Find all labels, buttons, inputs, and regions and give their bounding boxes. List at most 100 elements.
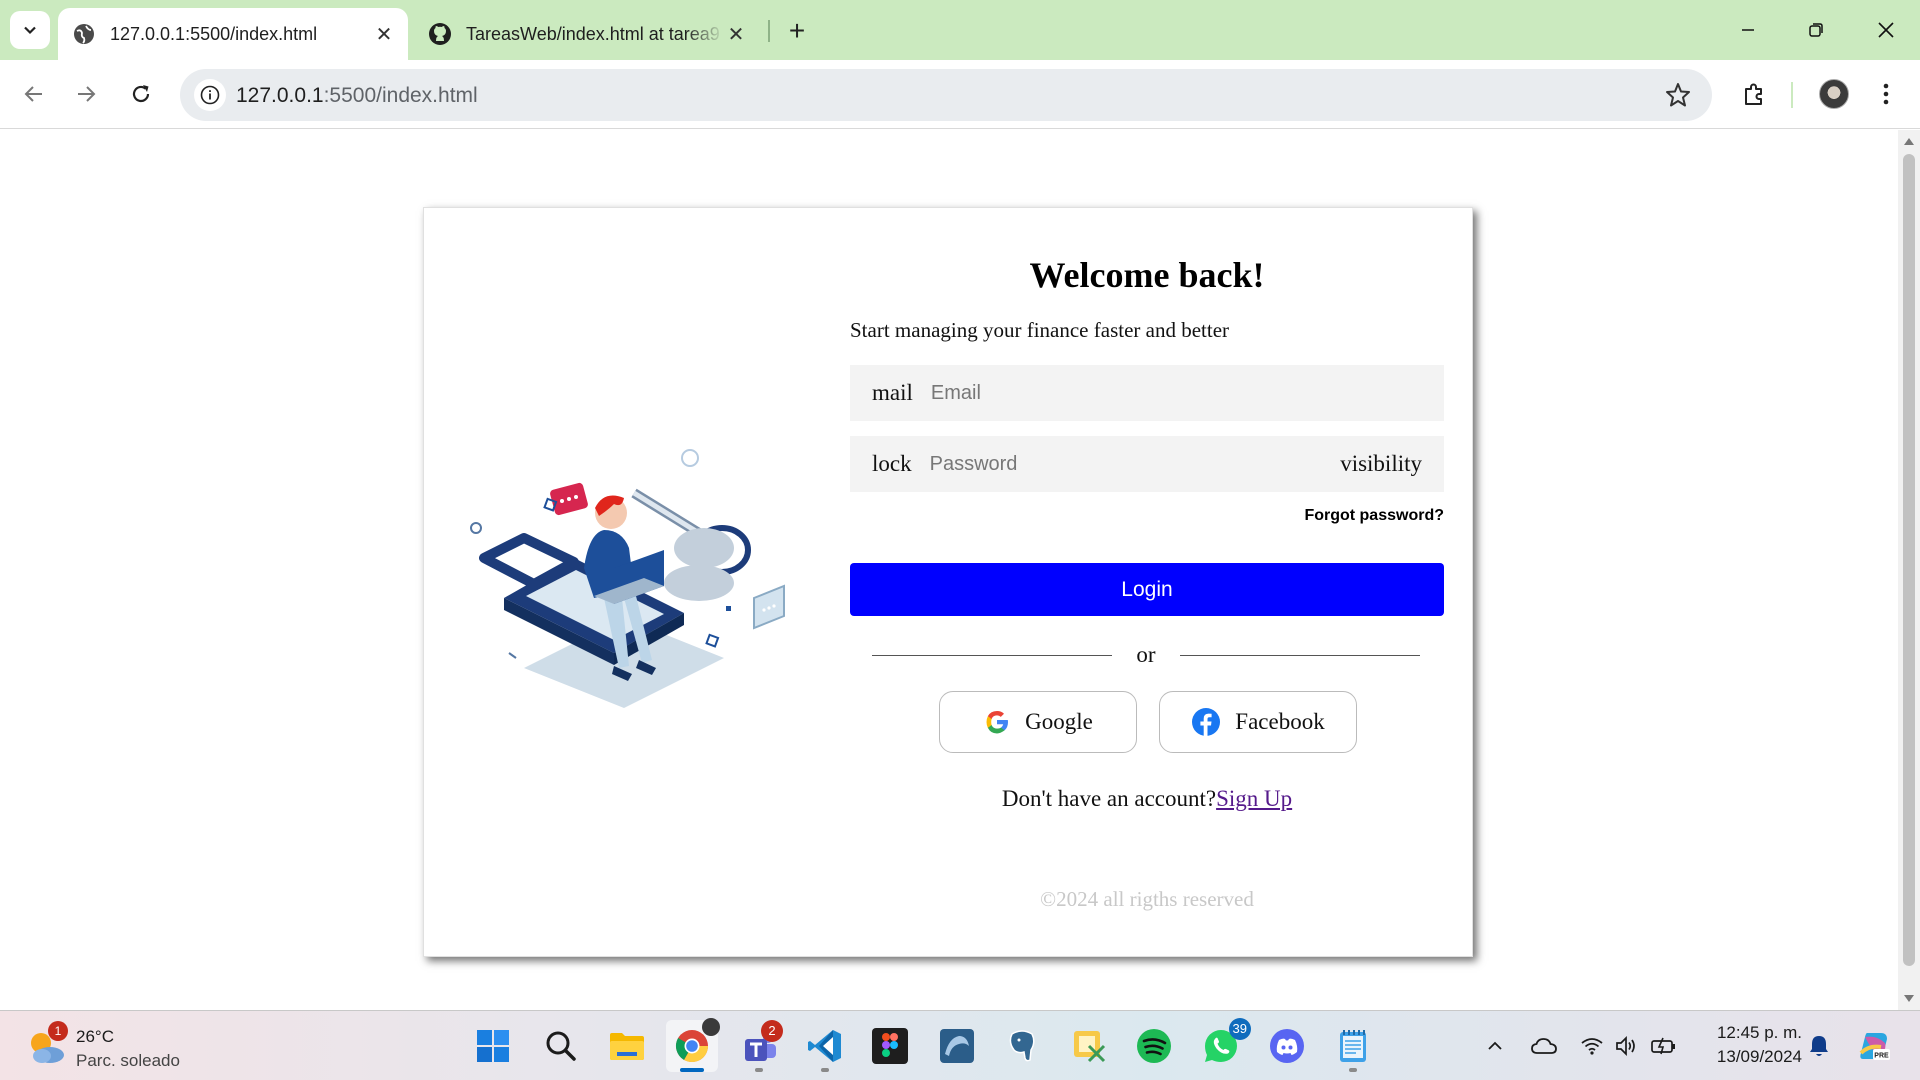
whatsapp-badge: 39	[1228, 1018, 1251, 1040]
no-account-text: Don't have an account?	[1001, 786, 1217, 811]
url-path: :5500/index.html	[323, 84, 478, 107]
vscode-icon	[808, 1030, 841, 1062]
forgot-password-link[interactable]: Forgot password?	[1304, 507, 1444, 525]
svg-text:PRE: PRE	[1874, 1053, 1889, 1060]
taskbar-teams[interactable]: 2	[733, 1020, 785, 1072]
spotify-icon	[1137, 1029, 1171, 1063]
taskbar-chrome[interactable]	[666, 1018, 720, 1072]
menu-button[interactable]	[1866, 74, 1906, 114]
arrow-right-icon	[78, 86, 96, 102]
copilot-icon: PRE	[1859, 1033, 1890, 1060]
taskbar-whatsapp[interactable]: 39	[1195, 1018, 1251, 1072]
clock-time: 12:45 p. m.	[1716, 1023, 1802, 1042]
active-app-indicator	[680, 1068, 704, 1072]
email-field[interactable]: mail	[850, 365, 1444, 421]
tab-separator	[768, 20, 770, 42]
email-input[interactable]	[930, 381, 1422, 405]
battery-tray[interactable]	[1651, 1033, 1677, 1059]
chevron-up-icon	[1488, 1041, 1502, 1050]
taskbar-snipping-tool[interactable]	[1063, 1020, 1115, 1072]
system-clock[interactable]: 12:45 p. m. 13/09/2024	[1692, 1021, 1802, 1069]
minimize-button[interactable]	[1714, 0, 1782, 60]
close-icon[interactable]: ✕	[724, 22, 748, 46]
login-button[interactable]: Login	[850, 563, 1444, 616]
copilot-button[interactable]: PRE	[1857, 1029, 1891, 1063]
login-card: Welcome back! Start managing your financ…	[423, 207, 1473, 957]
signup-prompt: Don't have an account?Sign Up	[850, 786, 1444, 812]
globe-icon	[72, 22, 96, 46]
facebook-label: Facebook	[1235, 709, 1325, 734]
taskbar-search-button[interactable]	[535, 1020, 587, 1072]
back-button[interactable]	[14, 74, 54, 114]
weather-widget[interactable]: 1 26°C Parc. soleado	[22, 1017, 222, 1075]
onedrive-tray[interactable]	[1531, 1033, 1557, 1059]
password-field[interactable]: lock visibility	[850, 436, 1444, 492]
tab-title: TareasWeb/index.html at tarea9	[466, 23, 720, 44]
taskbar-figma[interactable]	[864, 1020, 916, 1072]
subtitle: Start managing your finance faster and b…	[850, 318, 1230, 342]
mysql-workbench-icon	[940, 1029, 974, 1063]
bookmark-star-icon[interactable]	[1664, 81, 1692, 109]
close-icon[interactable]: ✕	[372, 22, 396, 46]
taskbar-mysql-workbench[interactable]	[931, 1020, 983, 1072]
network-tray[interactable]	[1579, 1033, 1605, 1059]
lock-icon: lock	[872, 451, 912, 476]
sign-up-link[interactable]: Sign Up	[1216, 786, 1292, 811]
search-icon	[546, 1031, 576, 1061]
notepad-icon	[1340, 1030, 1366, 1062]
arrow-left-icon	[24, 86, 42, 102]
close-window-button[interactable]	[1852, 0, 1920, 60]
divider-line	[1180, 655, 1420, 656]
cloud-icon	[1531, 1038, 1557, 1054]
taskbar-postgresql[interactable]	[996, 1020, 1048, 1072]
taskbar-vscode[interactable]	[799, 1020, 851, 1072]
web-page: Welcome back! Start managing your financ…	[0, 130, 1898, 1010]
address-bar[interactable]: 127.0.0.1:5500/index.html	[180, 69, 1712, 121]
scroll-up-icon[interactable]	[1904, 138, 1914, 145]
restore-button[interactable]	[1782, 0, 1850, 60]
extensions-button[interactable]	[1734, 74, 1774, 114]
volume-tray[interactable]	[1614, 1033, 1640, 1059]
discord-icon	[1270, 1029, 1304, 1063]
speaker-icon	[1616, 1035, 1635, 1057]
scrollbar-thumb[interactable]	[1903, 154, 1915, 966]
site-info-button[interactable]	[194, 79, 226, 111]
windows-start-button[interactable]	[467, 1020, 519, 1072]
tab-github[interactable]: TareasWeb/index.html at tarea9 ✕	[420, 8, 760, 60]
or-divider: or	[872, 640, 1420, 670]
browser-toolbar: 127.0.0.1:5500/index.html	[0, 60, 1920, 129]
more-vertical-icon	[1883, 83, 1889, 105]
notifications-button[interactable]	[1806, 1033, 1832, 1059]
forward-button[interactable]	[66, 74, 106, 114]
tab-search-button[interactable]	[10, 11, 50, 49]
profile-avatar[interactable]	[1819, 79, 1849, 109]
visibility-icon[interactable]: visibility	[1340, 451, 1422, 477]
tab-localhost[interactable]: 127.0.0.1:5500/index.html ✕	[58, 8, 408, 60]
chevron-down-icon	[24, 26, 36, 35]
show-hidden-icons-button[interactable]	[1482, 1033, 1508, 1059]
facebook-icon	[1192, 708, 1221, 736]
weather-temperature: 26°C	[76, 1027, 114, 1046]
github-icon	[428, 22, 452, 46]
new-tab-button[interactable]: +	[780, 14, 814, 48]
reload-button[interactable]	[121, 74, 161, 114]
url-text[interactable]: 127.0.0.1:5500/index.html	[236, 84, 478, 108]
browser-tab-strip: 127.0.0.1:5500/index.html ✕ TareasWeb/in…	[0, 0, 1920, 60]
password-input[interactable]	[929, 452, 1341, 476]
minimize-icon	[1742, 29, 1754, 31]
welcome-heading: Welcome back!	[1029, 255, 1265, 295]
figma-icon	[872, 1028, 908, 1064]
bell-icon	[1810, 1036, 1828, 1056]
weather-badge: 1	[48, 1021, 68, 1041]
running-app-indicator	[821, 1068, 829, 1072]
taskbar-discord[interactable]	[1261, 1020, 1313, 1072]
scroll-down-icon[interactable]	[1904, 995, 1914, 1002]
teams-badge: 2	[761, 1020, 783, 1042]
page-scrollbar[interactable]	[1898, 130, 1920, 1010]
taskbar-spotify[interactable]	[1128, 1020, 1180, 1072]
taskbar-file-explorer[interactable]	[601, 1020, 653, 1072]
facebook-login-button[interactable]: Facebook	[1159, 691, 1357, 753]
google-login-button[interactable]: Google	[939, 691, 1137, 753]
clock-date: 13/09/2024	[1716, 1047, 1802, 1066]
taskbar-notepad[interactable]	[1327, 1020, 1379, 1072]
